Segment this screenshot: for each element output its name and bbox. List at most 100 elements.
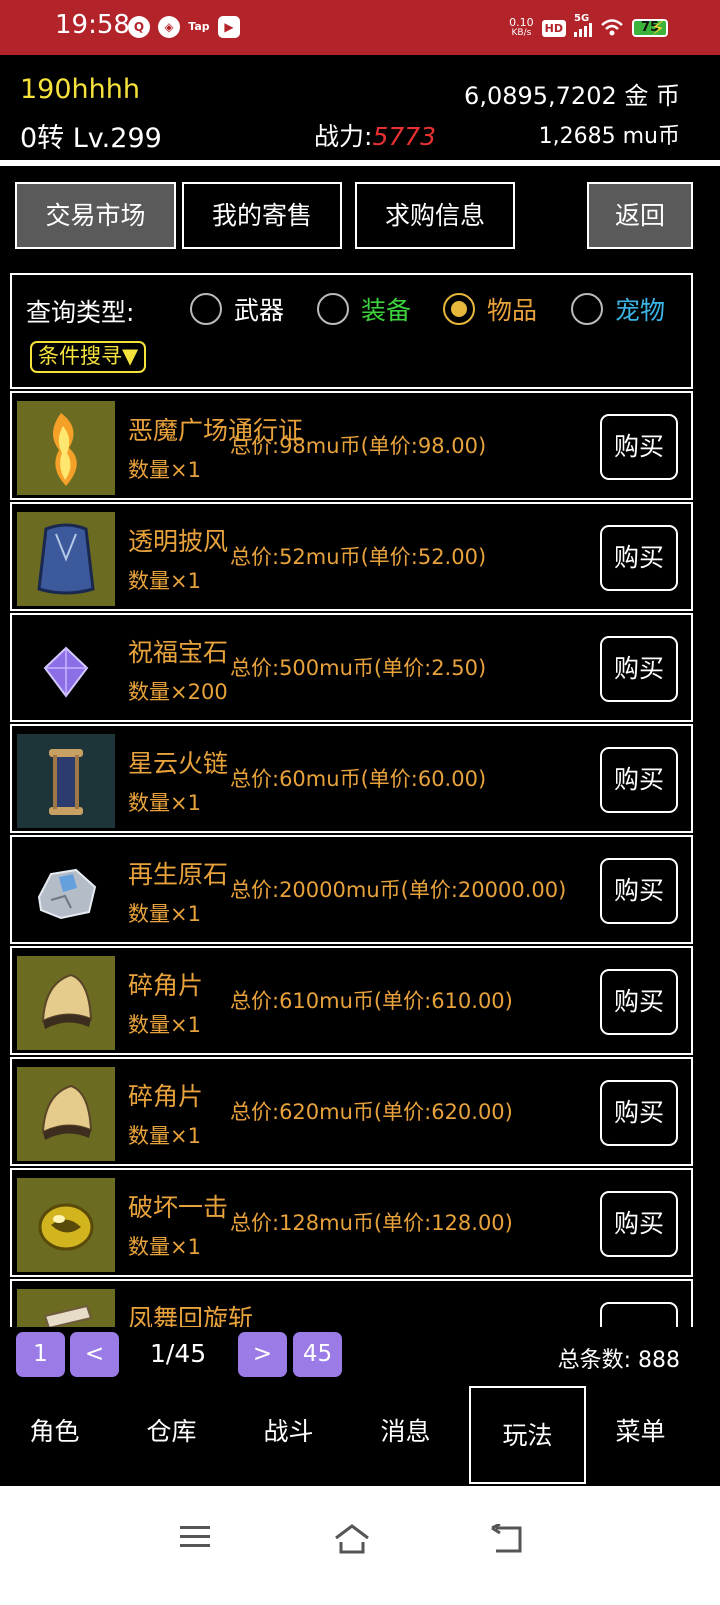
radio-label: 物品 <box>487 296 538 325</box>
nav-warehouse[interactable]: 仓库 <box>113 1412 230 1448</box>
signal-label: 5G <box>574 13 590 24</box>
total-count: 总条数: 888 <box>557 1348 680 1373</box>
list-item: 恶魔广场通行证 数量×1 总价:98mu币(单价:98.00) 购买 <box>10 391 693 500</box>
prev-page-button[interactable]: < <box>70 1332 119 1377</box>
hd-icon: HD <box>541 19 566 37</box>
buy-button[interactable]: 购买 <box>600 858 678 924</box>
item-name: 祝福宝石 <box>128 638 229 667</box>
radio-weapon[interactable]: 武器 <box>190 291 284 327</box>
list-item: 碎角片 数量×1 总价:610mu币(单价:610.00) 购买 <box>10 946 693 1055</box>
nav-battle[interactable]: 战斗 <box>230 1412 347 1448</box>
nav-character[interactable]: 角色 <box>0 1412 113 1448</box>
item-quantity: 数量×1 <box>128 458 201 482</box>
query-filter: 查询类型: 武器 装备 物品 宠物 条件搜寻▼ <box>10 273 693 389</box>
list-item: 祝福宝石 数量×200 总价:500mu币(单价:2.50) 购买 <box>10 613 693 722</box>
item-name: 再生原石 <box>128 860 229 889</box>
radio-circle <box>571 293 603 325</box>
radio-pet[interactable]: 宠物 <box>571 291 665 327</box>
item-quantity: 数量×200 <box>128 680 228 704</box>
item-price: 总价:98mu币(单价:98.00) <box>230 434 487 458</box>
radio-item[interactable]: 物品 <box>443 291 537 327</box>
net-speed-value: 0.10 <box>509 16 534 29</box>
item-quantity: 数量×1 <box>128 1124 201 1148</box>
item-price: 总价:52mu币(单价:52.00) <box>230 545 487 569</box>
list-item: 碎角片 数量×1 总价:620mu币(单价:620.00) 购买 <box>10 1057 693 1166</box>
my-sales-button[interactable]: 我的寄售 <box>182 182 342 249</box>
status-right: 0.10 KB/s HD 5G 75 <box>509 13 668 42</box>
item-price: 总价:620mu币(单价:620.00) <box>230 1100 513 1124</box>
horn-fragment-icon <box>17 1067 115 1161</box>
buy-button[interactable]: 购买 <box>600 525 678 591</box>
last-page-button[interactable]: 45 <box>293 1332 342 1377</box>
item-quantity: 数量×1 <box>128 1013 201 1037</box>
flame-scroll-icon <box>17 401 115 495</box>
item-quantity: 数量×1 <box>128 569 201 593</box>
page-indicator: 1/45 <box>150 1339 207 1368</box>
buy-button[interactable] <box>600 1302 678 1327</box>
radio-circle <box>190 293 222 325</box>
buy-button[interactable]: 购买 <box>600 747 678 813</box>
gem-icon <box>17 623 115 717</box>
radio-equipment[interactable]: 装备 <box>317 291 411 327</box>
back-button[interactable]: 返回 <box>587 182 693 249</box>
condition-search-button[interactable]: 条件搜寻▼ <box>30 341 147 373</box>
market-button[interactable]: 交易市场 <box>15 182 176 249</box>
combat-power-value: 5773 <box>372 122 437 151</box>
buy-button[interactable]: 购买 <box>600 1191 678 1257</box>
horn-fragment-icon <box>17 956 115 1050</box>
menu-icon[interactable] <box>179 1524 211 1550</box>
compass-icon: ◈ <box>158 16 180 38</box>
buy-button[interactable]: 购买 <box>600 1080 678 1146</box>
list-item: 再生原石 数量×1 总价:20000mu币(单价:20000.00) 购买 <box>10 835 693 944</box>
item-quantity: 数量×1 <box>128 791 201 815</box>
buy-button[interactable]: 购买 <box>600 414 678 480</box>
item-list[interactable]: 恶魔广场通行证 数量×1 总价:98mu币(单价:98.00) 购买 透明披风 … <box>10 391 693 1327</box>
item-name: 碎角片 <box>128 1082 204 1111</box>
wanted-button[interactable]: 求购信息 <box>355 182 515 249</box>
back-icon[interactable] <box>490 1524 526 1554</box>
item-price: 总价:500mu币(单价:2.50) <box>230 656 487 680</box>
item-quantity: 数量×1 <box>128 902 201 926</box>
buy-button[interactable]: 购买 <box>600 969 678 1035</box>
net-speed-unit: KB/s <box>511 28 532 38</box>
combat-power: 战力:5773 <box>314 117 436 153</box>
item-quantity: 数量×1 <box>128 1235 201 1259</box>
status-bar: 19:58 Q ◈ Tap ▶ 0.10 KB/s HD 5G 75 ⚡ <box>0 0 720 55</box>
item-name: 碎角片 <box>128 971 204 1000</box>
item-price: 总价:60mu币(单价:60.00) <box>230 767 487 791</box>
system-nav-bar <box>0 1486 720 1605</box>
item-name: 凤舞回旋斩 <box>128 1304 254 1327</box>
charging-icon: ⚡ <box>650 16 665 40</box>
item-name: 破坏一击 <box>128 1193 229 1222</box>
list-item: 凤舞回旋斩 <box>10 1279 693 1327</box>
buy-button[interactable]: 购买 <box>600 636 678 702</box>
combat-power-label: 战力: <box>314 122 373 151</box>
first-page-button[interactable]: 1 <box>16 1332 65 1377</box>
nav-messages[interactable]: 消息 <box>347 1412 464 1448</box>
radio-circle <box>317 293 349 325</box>
player-name: 190hhhh <box>20 74 140 105</box>
taptap-icon: Tap <box>188 20 210 33</box>
signal-icon: 5G <box>574 13 592 37</box>
orb-icon <box>17 1178 115 1272</box>
mu-coin-balance: 1,2685 mu币 <box>538 124 680 149</box>
next-page-button[interactable]: > <box>238 1332 287 1377</box>
item-price: 总价:610mu币(单价:610.00) <box>230 989 513 1013</box>
header-divider <box>0 160 720 166</box>
item-name: 星云火链 <box>128 749 229 778</box>
radio-circle-selected <box>443 293 475 325</box>
wifi-icon <box>601 19 623 36</box>
gold-balance: 6,0895,7202 金 币 <box>464 82 680 110</box>
app-q-icon: Q <box>128 16 150 38</box>
list-item: 星云火链 数量×1 总价:60mu币(单价:60.00) 购买 <box>10 724 693 833</box>
chain-scroll-icon <box>17 734 115 828</box>
home-icon[interactable] <box>333 1524 371 1554</box>
radio-label: 装备 <box>361 296 412 325</box>
player-level: 0转 Lv.299 <box>20 123 162 154</box>
nav-gameplay[interactable]: 玩法 <box>469 1416 586 1452</box>
radio-label: 宠物 <box>615 296 666 325</box>
nav-menu[interactable]: 菜单 <box>582 1412 699 1448</box>
ore-icon <box>17 845 115 939</box>
query-type-label: 查询类型: <box>26 298 135 327</box>
net-speed: 0.10 KB/s <box>509 17 534 39</box>
